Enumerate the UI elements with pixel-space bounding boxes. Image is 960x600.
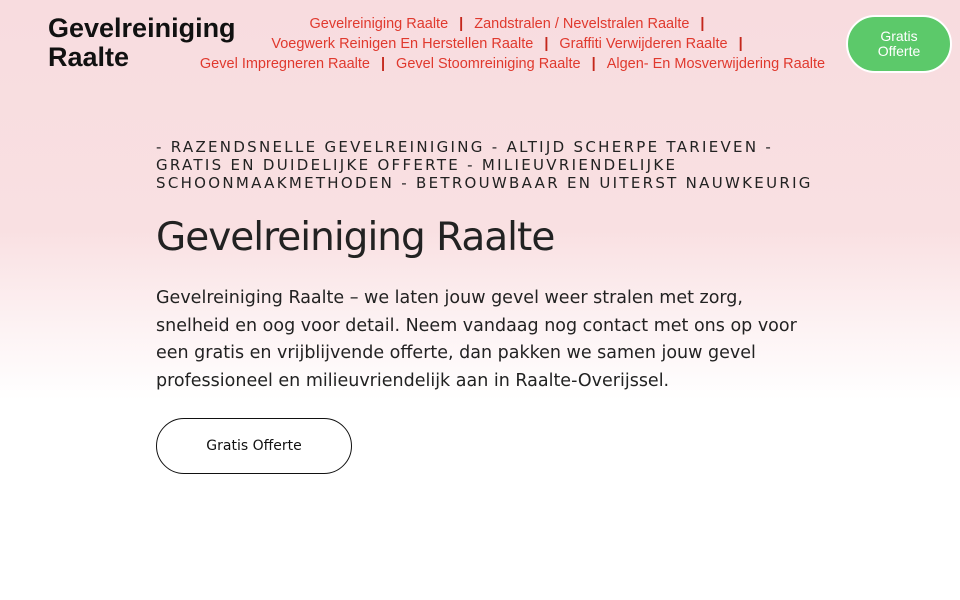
header-cta-line-2: Offerte [877,43,921,59]
nav-link-stoomreiniging[interactable]: Gevel Stoomreiniging Raalte [396,56,581,72]
nav-row-3: Gevel Impregneren Raalte | Gevel Stoomrein… [190,54,835,74]
main-navigation: Gevelreiniging Raalte | Zandstralen / Neve… [190,14,835,74]
nav-link-impregneren[interactable]: Gevel Impregneren Raalte [200,56,370,72]
nav-link-zandstralen[interactable]: Zandstralen / Nevelstralen Raalte [474,16,689,32]
nav-row-1: Gevelreiniging Raalte | Zandstralen / Neve… [190,14,835,34]
nav-separator: | [591,56,596,72]
page-title: Gevelreiniging Raalte [156,215,555,260]
hero-tagline: - Razendsnelle gevelreiniging - Altijd s… [156,138,813,192]
nav-row-2: Voegwerk Reinigen En Herstellen Raalte | G… [190,34,835,54]
header-cta-line-1: Gratis [880,28,918,44]
nav-separator: | [700,16,705,32]
nav-link-gevelreiniging[interactable]: Gevelreiniging Raalte [310,16,449,32]
nav-link-voegwerk[interactable]: Voegwerk Reinigen En Herstellen Raalte [271,36,533,52]
nav-link-algen-mos[interactable]: Algen- En Mosverwijdering Raalte [607,56,825,72]
hero-intro-text: Gevelreiniging Raalte – we laten jouw ge… [156,288,797,391]
nav-separator: | [738,36,743,52]
nav-separator: | [459,16,464,32]
header-offerte-button[interactable]: Gratis Offerte [846,15,952,73]
hero-offerte-button[interactable]: Gratis Offerte [156,418,352,474]
nav-separator: | [544,36,549,52]
nav-link-graffiti[interactable]: Graffiti Verwijderen Raalte [559,36,727,52]
nav-separator: | [380,56,386,72]
